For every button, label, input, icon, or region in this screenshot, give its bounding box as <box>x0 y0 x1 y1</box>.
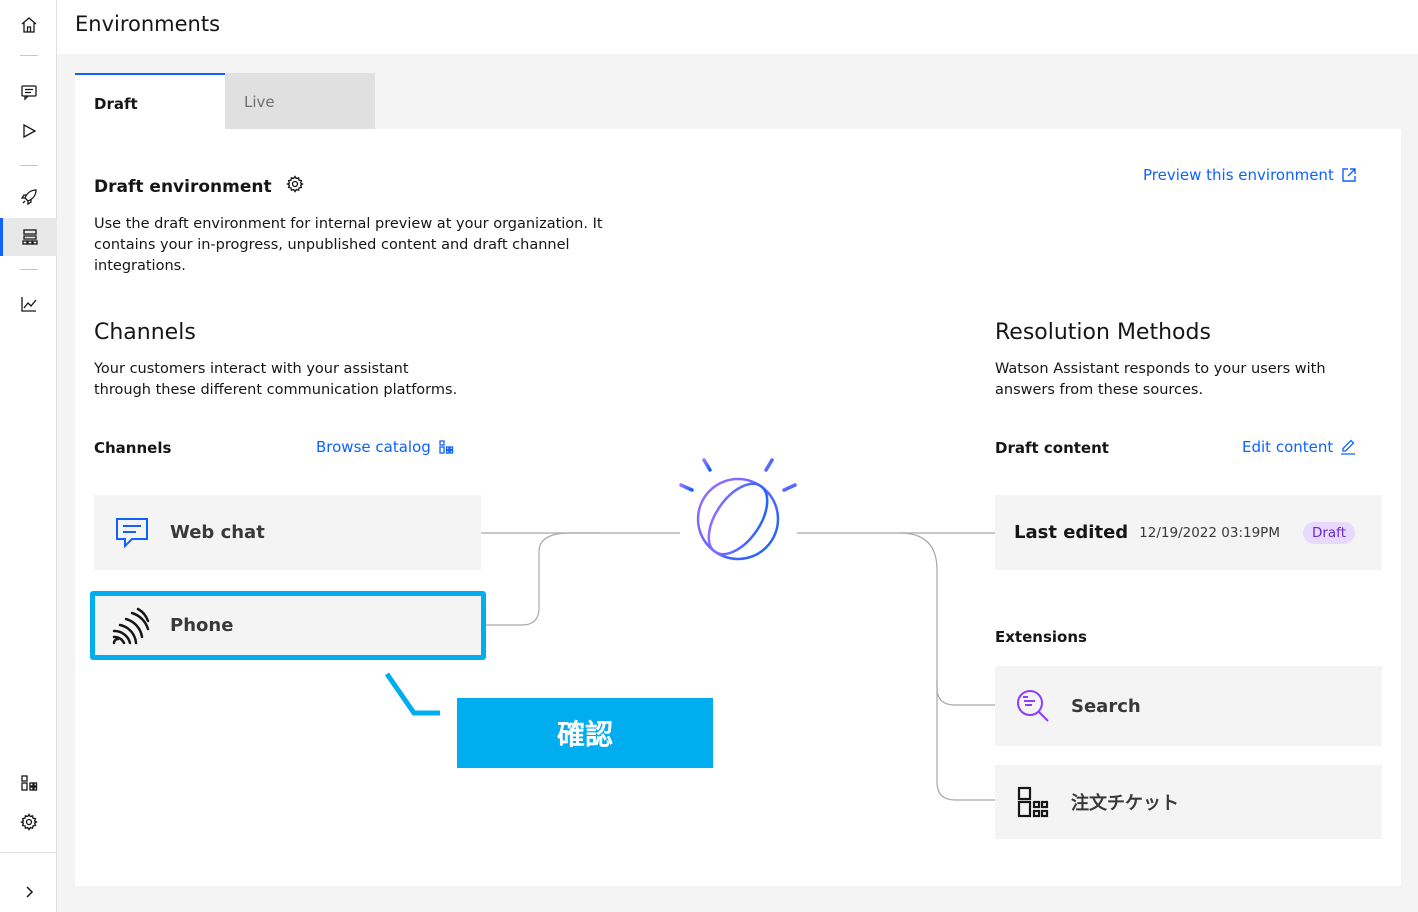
status-badge: Draft <box>1302 521 1355 544</box>
channels-description: Your customers interact with your assist… <box>94 359 457 401</box>
browse-catalog-link-text: Browse catalog <box>316 438 431 456</box>
environments-icon[interactable] <box>0 218 57 256</box>
search-icon <box>1017 690 1049 722</box>
analytics-icon[interactable] <box>0 285 57 323</box>
expand-chevron-icon[interactable] <box>0 873 57 911</box>
environment-title-text: Draft environment <box>94 176 272 197</box>
extension-card-search[interactable]: Search <box>995 666 1382 746</box>
resolution-title: Resolution Methods <box>995 320 1211 345</box>
apps-icon <box>1017 786 1049 818</box>
resolution-description-line: answers from these sources. <box>995 382 1204 398</box>
tab-draft[interactable]: Draft <box>75 73 225 129</box>
extension-card-order-ticket[interactable]: 注文チケット <box>995 765 1382 839</box>
draft-content-card[interactable]: Last edited 12/19/2022 03:19PM Draft <box>995 495 1382 570</box>
publish-rocket-icon[interactable] <box>0 178 57 216</box>
page-header: Environments <box>57 0 1418 54</box>
environment-description: Use the draft environment for internal p… <box>94 214 603 277</box>
side-rail <box>0 0 57 912</box>
channels-title: Channels <box>94 320 196 345</box>
channel-card-web-chat[interactable]: Web chat <box>94 495 481 570</box>
tab-live[interactable]: Live <box>225 73 375 129</box>
browse-catalog-link[interactable]: Browse catalog <box>316 438 454 456</box>
channel-label: Web chat <box>170 522 265 543</box>
home-icon[interactable] <box>0 6 57 44</box>
environment-title: Draft environment <box>94 175 304 198</box>
integrations-icon[interactable] <box>0 764 57 802</box>
preview-play-icon[interactable] <box>0 112 57 150</box>
preview-environment-link-text: Preview this environment <box>1143 166 1334 184</box>
environment-description-line: contains your in-progress, unpublished c… <box>94 237 570 253</box>
channels-description-line: Your customers interact with your assist… <box>94 361 409 377</box>
last-edited-timestamp: 12/19/2022 03:19PM <box>1139 524 1280 541</box>
channels-description-line: through these different communication pl… <box>94 382 458 398</box>
annotation-callout: 確認 <box>457 698 713 768</box>
environment-description-line: integrations. <box>94 258 186 274</box>
edit-pencil-icon <box>1341 439 1356 455</box>
preview-environment-link[interactable]: Preview this environment <box>1143 166 1357 184</box>
settings-gear-icon[interactable] <box>0 803 57 841</box>
edit-content-link-text: Edit content <box>1242 438 1334 456</box>
page-title: Environments <box>75 12 221 36</box>
annotation-highlight-box <box>90 591 486 660</box>
channels-subhead: Channels <box>94 439 172 457</box>
resolution-description-line: Watson Assistant responds to your users … <box>995 361 1326 377</box>
extensions-subhead: Extensions <box>995 628 1087 646</box>
chat-icon <box>116 517 148 548</box>
extension-label: 注文チケット <box>1071 793 1179 814</box>
extension-label: Search <box>1071 695 1141 717</box>
last-edited-label: Last edited <box>1014 522 1129 543</box>
edit-content-link[interactable]: Edit content <box>1242 438 1356 456</box>
actions-icon[interactable] <box>0 73 57 111</box>
draft-content-subhead: Draft content <box>995 439 1109 457</box>
resolution-description: Watson Assistant responds to your users … <box>995 359 1326 401</box>
catalog-icon <box>439 440 453 454</box>
environment-settings-gear-icon[interactable] <box>285 175 304 198</box>
environment-description-line: Use the draft environment for internal p… <box>94 216 603 232</box>
launch-icon <box>1342 168 1356 182</box>
